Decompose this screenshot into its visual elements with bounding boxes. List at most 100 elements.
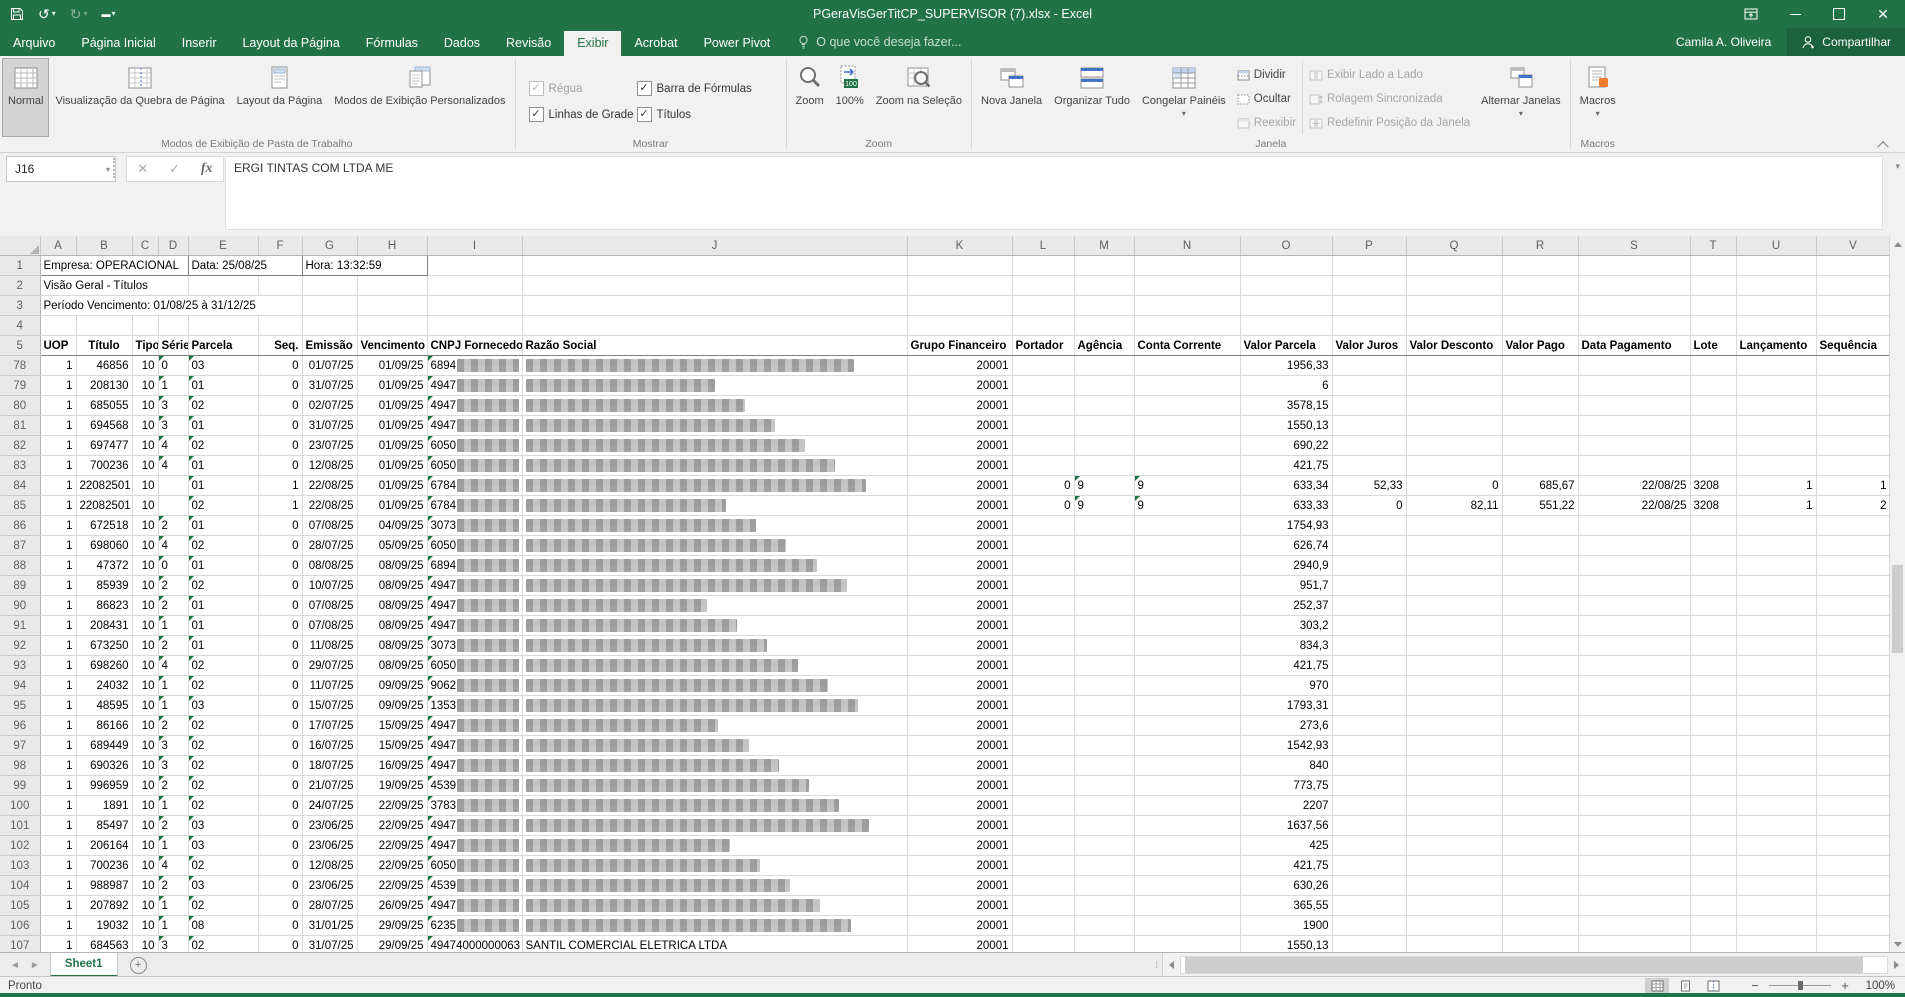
cell-lote-100[interactable] bbox=[1690, 796, 1736, 816]
cell-parcela-85[interactable]: 02 bbox=[188, 496, 258, 516]
row-header-88[interactable]: 88 bbox=[0, 556, 40, 576]
cell-valor_desconto-79[interactable] bbox=[1406, 376, 1502, 396]
cell-tipo-97[interactable]: 10 bbox=[132, 736, 158, 756]
cell-portador-104[interactable] bbox=[1012, 876, 1074, 896]
cell-lote-102[interactable] bbox=[1690, 836, 1736, 856]
cell-lancamento-96[interactable] bbox=[1736, 716, 1816, 736]
cell-parcela-84[interactable]: 01 bbox=[188, 476, 258, 496]
cell-tipo-90[interactable]: 10 bbox=[132, 596, 158, 616]
row-header-4[interactable]: 4 bbox=[0, 316, 40, 336]
cell-tipo-88[interactable]: 10 bbox=[132, 556, 158, 576]
row-header-78[interactable]: 78 bbox=[0, 356, 40, 376]
cell-tipo-83[interactable]: 10 bbox=[132, 456, 158, 476]
cell-emissao-80[interactable]: 02/07/25 bbox=[302, 396, 357, 416]
cell-valor_pago-101[interactable] bbox=[1502, 816, 1578, 836]
cell-conta-87[interactable] bbox=[1134, 536, 1240, 556]
column-title-1[interactable]: Título bbox=[76, 336, 132, 356]
cell[interactable] bbox=[1690, 256, 1736, 276]
cell-uop-107[interactable]: 1 bbox=[40, 936, 76, 953]
cell-razao_social-78[interactable] bbox=[522, 356, 907, 376]
row-header-100[interactable]: 100 bbox=[0, 796, 40, 816]
cell-lote-87[interactable] bbox=[1690, 536, 1736, 556]
cell-valor_juros-78[interactable] bbox=[1332, 356, 1406, 376]
row-header-96[interactable]: 96 bbox=[0, 716, 40, 736]
cell-serie-94[interactable]: 1 bbox=[158, 676, 188, 696]
cell-lote-98[interactable] bbox=[1690, 756, 1736, 776]
cell-uop-106[interactable]: 1 bbox=[40, 916, 76, 936]
cell-lote-79[interactable] bbox=[1690, 376, 1736, 396]
cell-parcela-91[interactable]: 01 bbox=[188, 616, 258, 636]
cell-emissao-81[interactable]: 31/07/25 bbox=[302, 416, 357, 436]
split-button[interactable]: Dividir bbox=[1232, 63, 1301, 87]
cell-emissao-95[interactable]: 15/07/25 bbox=[302, 696, 357, 716]
macros-button[interactable]: Macros ▾ bbox=[1574, 58, 1622, 137]
cell-serie-92[interactable]: 2 bbox=[158, 636, 188, 656]
cell-tipo-105[interactable]: 10 bbox=[132, 896, 158, 916]
cell-serie-87[interactable]: 4 bbox=[158, 536, 188, 556]
cell-conta-98[interactable] bbox=[1134, 756, 1240, 776]
column-header-L[interactable]: L bbox=[1012, 236, 1074, 256]
cell-portador-102[interactable] bbox=[1012, 836, 1074, 856]
cell-emissao-89[interactable]: 10/07/25 bbox=[302, 576, 357, 596]
cell-parcela-86[interactable]: 01 bbox=[188, 516, 258, 536]
cell-valor_pago-107[interactable] bbox=[1502, 936, 1578, 953]
cell-razao_social-106[interactable] bbox=[522, 916, 907, 936]
cell-cnpj_visible-83[interactable]: 6050 bbox=[427, 456, 522, 476]
cell-valor_pago-78[interactable] bbox=[1502, 356, 1578, 376]
cell-hora[interactable]: Hora: 13:32:59 bbox=[302, 256, 427, 276]
cell-serie-102[interactable]: 1 bbox=[158, 836, 188, 856]
cell-lancamento-87[interactable] bbox=[1736, 536, 1816, 556]
cell[interactable] bbox=[1406, 316, 1502, 336]
cell-valor_pago-83[interactable] bbox=[1502, 456, 1578, 476]
cell-lancamento-95[interactable] bbox=[1736, 696, 1816, 716]
cell[interactable] bbox=[1502, 256, 1578, 276]
cell-uop-89[interactable]: 1 bbox=[40, 576, 76, 596]
cell-valor_desconto-82[interactable] bbox=[1406, 436, 1502, 456]
cell-data_pagamento-96[interactable] bbox=[1578, 716, 1690, 736]
column-title-15[interactable]: Valor Juros bbox=[1332, 336, 1406, 356]
cell-titulo-85[interactable]: 22082501 bbox=[76, 496, 132, 516]
cell[interactable] bbox=[1690, 316, 1736, 336]
cell-valor_pago-84[interactable]: 685,67 bbox=[1502, 476, 1578, 496]
cell-valor_juros-92[interactable] bbox=[1332, 636, 1406, 656]
cell-cnpj_visible-102[interactable]: 4947 bbox=[427, 836, 522, 856]
column-title-6[interactable]: Emissão bbox=[302, 336, 357, 356]
row-header-107[interactable]: 107 bbox=[0, 936, 40, 953]
cell-cnpj_visible-80[interactable]: 4947 bbox=[427, 396, 522, 416]
cell-razao_social-101[interactable] bbox=[522, 816, 907, 836]
cell[interactable] bbox=[1502, 316, 1578, 336]
cell-lote-101[interactable] bbox=[1690, 816, 1736, 836]
cell-valor_parcela-106[interactable]: 1900 bbox=[1240, 916, 1332, 936]
cell-data_pagamento-81[interactable] bbox=[1578, 416, 1690, 436]
cell-tipo-84[interactable]: 10 bbox=[132, 476, 158, 496]
cell-valor_pago-106[interactable] bbox=[1502, 916, 1578, 936]
cell-valor_parcela-95[interactable]: 1793,31 bbox=[1240, 696, 1332, 716]
cell-valor_desconto-89[interactable] bbox=[1406, 576, 1502, 596]
cell-serie-82[interactable]: 4 bbox=[158, 436, 188, 456]
cell-serie-97[interactable]: 3 bbox=[158, 736, 188, 756]
cell-sequencia-78[interactable] bbox=[1816, 356, 1890, 376]
cell-sequencia-79[interactable] bbox=[1816, 376, 1890, 396]
cell-titulo-84[interactable]: 22082501 bbox=[76, 476, 132, 496]
scroll-left-arrow[interactable] bbox=[1163, 953, 1180, 977]
cell-vencimento-101[interactable]: 22/09/25 bbox=[357, 816, 427, 836]
cell-vencimento-85[interactable]: 01/09/25 bbox=[357, 496, 427, 516]
cell-lote-95[interactable] bbox=[1690, 696, 1736, 716]
cell-seq-105[interactable]: 0 bbox=[258, 896, 302, 916]
cell-uop-86[interactable]: 1 bbox=[40, 516, 76, 536]
cell-valor_parcela-97[interactable]: 1542,93 bbox=[1240, 736, 1332, 756]
formula-input[interactable]: ERGI TINTAS COM LTDA ME bbox=[225, 156, 1883, 230]
cell-seq-80[interactable]: 0 bbox=[258, 396, 302, 416]
cell-conta-84[interactable]: 9 bbox=[1134, 476, 1240, 496]
cell-valor_juros-79[interactable] bbox=[1332, 376, 1406, 396]
insert-function-button[interactable]: fx bbox=[201, 161, 213, 177]
cell[interactable] bbox=[1240, 276, 1332, 296]
zoom-slider-thumb[interactable] bbox=[1798, 981, 1803, 990]
cell-data_pagamento-97[interactable] bbox=[1578, 736, 1690, 756]
minimize-button[interactable] bbox=[1773, 0, 1817, 28]
cell-conta-104[interactable] bbox=[1134, 876, 1240, 896]
cell-seq-79[interactable]: 0 bbox=[258, 376, 302, 396]
cell-grupo-78[interactable]: 20001 bbox=[907, 356, 1012, 376]
row-header-97[interactable]: 97 bbox=[0, 736, 40, 756]
cell-valor_pago-94[interactable] bbox=[1502, 676, 1578, 696]
